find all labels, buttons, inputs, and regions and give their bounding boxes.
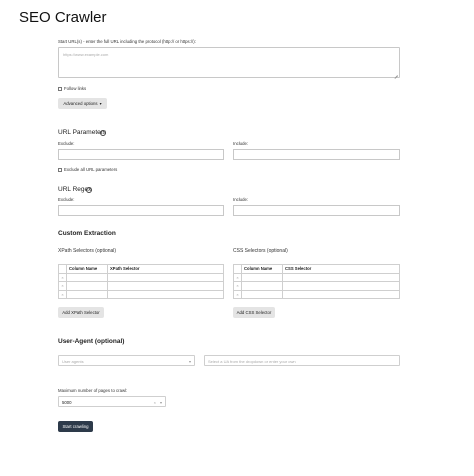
advanced-options-label: Advanced options (63, 101, 98, 106)
remove-row-icon[interactable]: × (233, 289, 242, 299)
table-row: × (233, 289, 400, 299)
table-row: × (233, 281, 400, 291)
user-agent-select[interactable]: User agents ▾ (58, 355, 195, 366)
xpath-selector-table: Column Name XPath Selector × × × (58, 264, 224, 299)
user-agent-heading: User-Agent (optional) (58, 338, 125, 345)
remove-row-icon[interactable]: × (233, 281, 242, 291)
max-pages-select[interactable]: 5000 × ▾ (58, 396, 166, 407)
max-pages-value: 5000 (62, 400, 72, 405)
remove-row-icon[interactable]: × (58, 272, 67, 282)
css-selector-cell[interactable] (282, 289, 400, 299)
column-name-cell[interactable] (66, 289, 108, 299)
column-name-cell[interactable] (66, 281, 108, 291)
add-css-selector-button[interactable]: Add CSS Selector (233, 307, 275, 318)
advanced-options-button[interactable]: Advanced options ▾ (58, 98, 107, 109)
css-selectors-heading: CSS Selectors (optional) (233, 248, 288, 254)
max-pages-label: Maximum number of pages to crawl: (58, 388, 128, 393)
page-title: SEO Crawler (19, 9, 107, 26)
url-regex-exclude-label: Exclude: (58, 197, 75, 202)
user-agent-select-placeholder: User agents (62, 359, 84, 364)
table-header-row: Column Name CSS Selector (233, 264, 400, 274)
clear-icon[interactable]: × (154, 400, 156, 405)
remove-row-icon[interactable]: × (58, 281, 67, 291)
url-params-include-label: Include: (233, 141, 249, 146)
xpath-selector-cell[interactable] (107, 289, 224, 299)
url-regex-include-input[interactable] (233, 205, 400, 216)
css-selector-cell[interactable] (282, 272, 400, 282)
follow-links-checkbox[interactable] (58, 87, 62, 91)
column-name-cell[interactable] (66, 272, 108, 282)
url-params-include-input[interactable] (233, 149, 400, 160)
table-row: × (58, 289, 224, 299)
table-header-spacer (233, 264, 242, 274)
url-params-exclude-input[interactable] (58, 149, 224, 160)
xpath-selector-cell[interactable] (107, 272, 224, 282)
table-header-row: Column Name XPath Selector (58, 264, 224, 274)
start-urls-placeholder: https://www.example.com (63, 52, 109, 57)
chevron-down-icon: ▾ (159, 400, 162, 405)
column-name-cell[interactable] (241, 272, 283, 282)
start-crawling-button[interactable]: Start crawling (58, 421, 93, 432)
css-selector-cell[interactable] (282, 281, 400, 291)
column-name-cell[interactable] (241, 289, 283, 299)
user-agent-custom-placeholder: Select a UA from the dropdown or enter y… (208, 359, 296, 364)
chevron-down-icon: ▾ (188, 359, 191, 364)
column-name-cell[interactable] (241, 281, 283, 291)
exclude-all-params-label: Exclude all URL parameters (64, 167, 118, 172)
exclude-all-params-checkbox[interactable] (58, 168, 62, 172)
url-regex-include-label: Include: (233, 197, 249, 202)
table-row: × (58, 281, 224, 291)
xpath-selector-cell[interactable] (107, 281, 224, 291)
column-header: XPath Selector (107, 264, 224, 274)
url-parameters-heading: URL Parameters (58, 129, 107, 136)
column-header: Column Name (241, 264, 283, 274)
help-icon[interactable]: ? (86, 187, 92, 193)
start-urls-textarea[interactable]: https://www.example.com (58, 47, 400, 78)
table-row: × (58, 272, 224, 282)
custom-extraction-heading: Custom Extraction (58, 230, 116, 237)
url-regex-exclude-input[interactable] (58, 205, 224, 216)
table-row: × (233, 272, 400, 282)
chevron-down-icon: ▾ (99, 101, 102, 106)
start-urls-label: Start URL(s) - enter the full URL includ… (58, 39, 196, 44)
remove-row-icon[interactable]: × (233, 272, 242, 282)
column-header: Column Name (66, 264, 108, 274)
column-header: CSS Selector (282, 264, 400, 274)
help-icon[interactable]: ? (100, 130, 106, 136)
follow-links-label: Follow links (64, 86, 87, 91)
user-agent-custom-input[interactable]: Select a UA from the dropdown or enter y… (204, 355, 400, 366)
css-selector-table: Column Name CSS Selector × × × (233, 264, 400, 299)
add-xpath-selector-button[interactable]: Add XPath Selector (58, 307, 104, 318)
xpath-selectors-heading: XPath Selectors (optional) (58, 248, 117, 254)
url-params-exclude-label: Exclude: (58, 141, 75, 146)
table-header-spacer (58, 264, 67, 274)
remove-row-icon[interactable]: × (58, 289, 67, 299)
resize-handle-icon[interactable] (394, 72, 398, 76)
